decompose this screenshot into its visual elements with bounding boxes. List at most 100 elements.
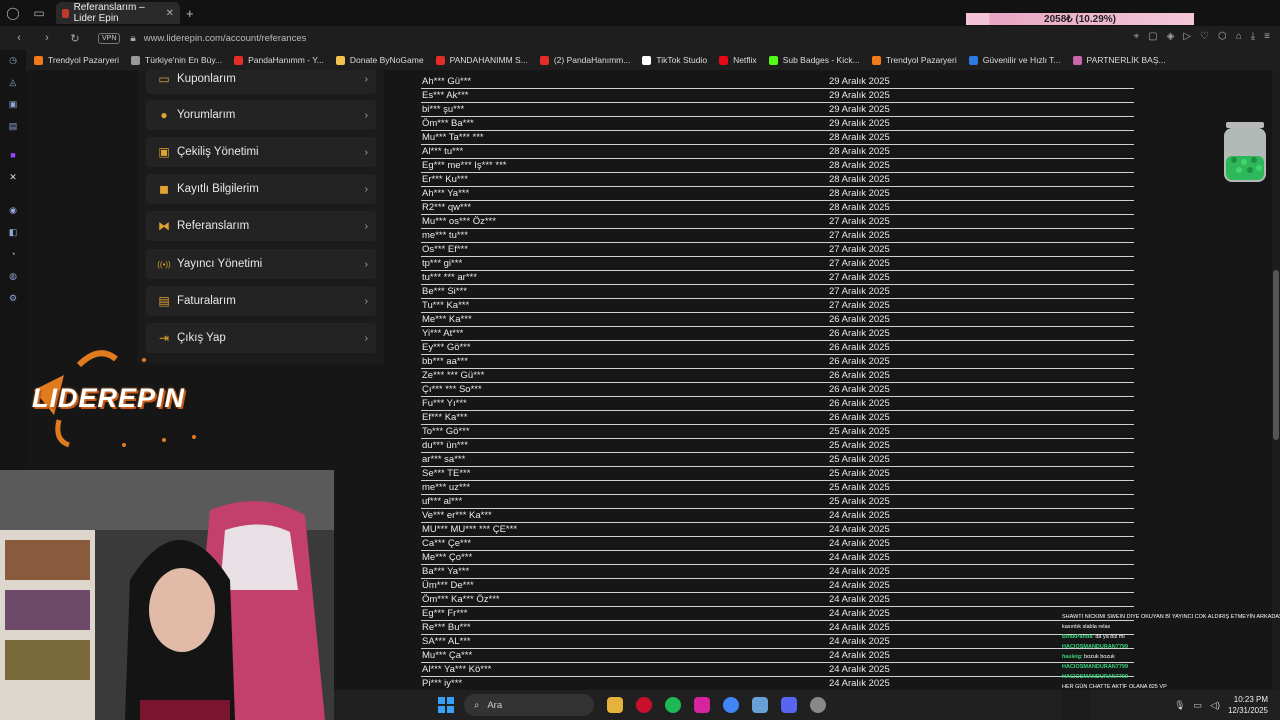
menu-item-3[interactable]: ▣ Çekiliş Yönetimi ›	[146, 137, 376, 167]
easy-setup-icon[interactable]: ≡	[1264, 31, 1270, 42]
browser-tab-active[interactable]: Referanslarım – Lider Epin ✕	[56, 2, 180, 24]
obs-icon[interactable]	[810, 697, 826, 713]
bookmark-item[interactable]: Sub Badges - Kick...	[768, 55, 860, 65]
referral-date: 26 Aralık 2025	[829, 328, 890, 339]
scrollbar-thumb[interactable]	[1273, 270, 1279, 440]
page-scrollbar[interactable]	[1272, 70, 1280, 690]
table-row: Mu*** Ça*** 24 Aralık 2025	[421, 649, 1134, 663]
x-twitter-icon[interactable]: ✕	[8, 172, 18, 182]
bookmark-item[interactable]: TikTok Studio	[642, 55, 707, 65]
menu-item-6[interactable]: ((•)) Yayıncı Yönetimi ›	[146, 249, 376, 279]
menu-item-2[interactable]: ● Yorumlarım ›	[146, 100, 376, 130]
referral-name: Öm*** Ba***	[422, 118, 474, 129]
clock-icon[interactable]: ◔	[8, 249, 18, 259]
menu-item-4[interactable]: ◼ Kayıtlı Bilgilerim ›	[146, 174, 376, 204]
windows-start-icon[interactable]	[438, 697, 454, 713]
back-icon[interactable]: ‹	[10, 32, 28, 44]
table-row: Tu*** Ka*** 27 Aralık 2025	[421, 299, 1134, 313]
bookmark-item[interactable]: Güvenilir ve Hızlı T...	[968, 55, 1061, 65]
bookmark-item[interactable]: (2) PandaHanımm...	[539, 55, 630, 65]
bookmark-label: Trendyol Pazaryeri	[48, 55, 120, 65]
bookmark-item[interactable]: PANDAHANIMM S...	[435, 55, 528, 65]
screenshot-icon[interactable]: ▢	[1148, 31, 1157, 42]
referral-name: R2*** qw***	[422, 202, 472, 213]
menu-item-5[interactable]: ⧓ Referanslarım ›	[146, 211, 376, 241]
pin-icon[interactable]: ⌖	[1133, 31, 1139, 42]
tab-close-icon[interactable]: ✕	[166, 8, 174, 19]
microphone-icon[interactable]: 🎙︎	[1174, 700, 1185, 711]
file-explorer-icon[interactable]	[607, 697, 623, 713]
workspace-icon[interactable]: ▣	[8, 99, 18, 109]
referral-date: 26 Aralık 2025	[829, 356, 890, 367]
aria-icon[interactable]: ◬	[8, 77, 18, 87]
reload-icon[interactable]: ↻	[66, 32, 84, 45]
menu-item-label: Kuponlarım	[177, 73, 236, 85]
spotify-icon[interactable]	[665, 697, 681, 713]
new-tab-icon[interactable]: +	[186, 6, 194, 21]
bookmark-item[interactable]: PandaHanımm - Y...	[234, 55, 324, 65]
chat-message: kasıntık slabla relax	[1062, 622, 1280, 632]
taskbar-clock[interactable]: 10:23 PM 12/31/2025	[1228, 694, 1268, 716]
bookmark-item[interactable]: PARTNERLİK BAŞ...	[1072, 55, 1166, 65]
browser-sidebar: ◷ ◬ ▣ ▤ ■ ✕ ◉ ◧ ◔ ◍ ⚙	[0, 50, 26, 470]
referral-name: Ey*** Gö***	[422, 342, 471, 353]
messenger-icon[interactable]: ▤	[8, 121, 18, 131]
referral-name: Ba*** Ya***	[422, 566, 470, 577]
bookmark-item[interactable]: Donate ByNoGame	[335, 55, 424, 65]
bookmark-item[interactable]: Netflix	[719, 55, 757, 65]
history-icon[interactable]: ◷	[8, 55, 18, 65]
wallet-icon[interactable]: ⌂	[1236, 31, 1242, 42]
discord-icon[interactable]	[781, 697, 797, 713]
comment-icon: ●	[160, 108, 168, 122]
menu-item-7[interactable]: ▤ Faturalarım ›	[146, 286, 376, 316]
settings-icon[interactable]: ⚙	[8, 293, 18, 303]
heart-icon[interactable]: ♡	[1200, 31, 1209, 42]
download-icon[interactable]: ⤓	[1251, 31, 1255, 42]
referral-date: 29 Aralık 2025	[829, 104, 890, 115]
opera-logo-icon[interactable]: ◯	[0, 0, 26, 26]
table-row: me*** uz*** 25 Aralık 2025	[421, 481, 1134, 495]
referral-date: 26 Aralık 2025	[829, 398, 890, 409]
referral-date: 28 Aralık 2025	[829, 132, 890, 143]
clock-date: 12/31/2025	[1227, 706, 1268, 715]
bookmark-item[interactable]: Türkiye'nin En Büy...	[131, 55, 222, 65]
menu-item-1[interactable]: ▭ Kuponlarım ›	[146, 70, 376, 94]
bookmark-label: TikTok Studio	[656, 55, 708, 65]
url-field[interactable]: www.liderepin.com/account/referances	[144, 33, 307, 44]
instagram-icon[interactable]	[694, 697, 710, 713]
table-row: Çı*** *** So*** 26 Aralık 2025	[421, 383, 1134, 397]
chat-text: bozuk bozuk	[1084, 654, 1115, 660]
bookmark-item[interactable]: Trendyol Pazaryeri	[871, 55, 957, 65]
referral-name: Öm*** Ka*** Öz***	[422, 594, 500, 605]
lock-icon[interactable]: 🔒︎	[130, 33, 135, 44]
referral-name: du*** ün***	[422, 440, 468, 451]
tab-overview-icon[interactable]: ▭	[26, 0, 52, 26]
pinboard-icon[interactable]: ◧	[8, 227, 18, 237]
twitch-icon[interactable]: ■	[8, 150, 18, 160]
broadcast-icon: ((•))	[157, 259, 171, 269]
play-icon[interactable]: ▷	[1183, 31, 1191, 42]
taskbar-search[interactable]: ⌕ Ara	[464, 694, 594, 716]
save-icon: ◼	[159, 182, 169, 196]
referral-name: Mu*** os*** Öz***	[422, 216, 496, 227]
chrome-icon[interactable]	[723, 697, 739, 713]
player-icon[interactable]: ◉	[8, 205, 18, 215]
referral-name: MU*** MU*** *** ÇE***	[422, 524, 518, 535]
referral-date: 24 Aralık 2025	[829, 594, 890, 605]
bookmark-item[interactable]: Trendyol Pazaryeri	[34, 55, 119, 65]
logout-icon: ⇥	[158, 331, 170, 345]
referral-name: Ve*** er*** Ka***	[422, 510, 492, 521]
forward-icon[interactable]: ›	[38, 32, 56, 44]
table-row: tp*** gi*** 27 Aralık 2025	[421, 257, 1134, 271]
network-icon[interactable]: ▭	[1194, 700, 1203, 711]
chevron-right-icon: ›	[364, 332, 368, 344]
table-row: me*** tu*** 27 Aralık 2025	[421, 229, 1134, 243]
volume-icon[interactable]: ◁)	[1210, 700, 1220, 711]
extensions-icon[interactable]: ⬡	[1218, 31, 1227, 42]
opera-gx-icon[interactable]	[636, 697, 652, 713]
app-icon[interactable]	[752, 697, 768, 713]
shield-icon[interactable]: ◈	[1167, 31, 1175, 42]
vpn-badge[interactable]: VPN	[98, 32, 121, 44]
tabs-icon[interactable]: ◍	[8, 271, 18, 281]
referral-name: Ze*** *** Gü***	[422, 370, 485, 381]
